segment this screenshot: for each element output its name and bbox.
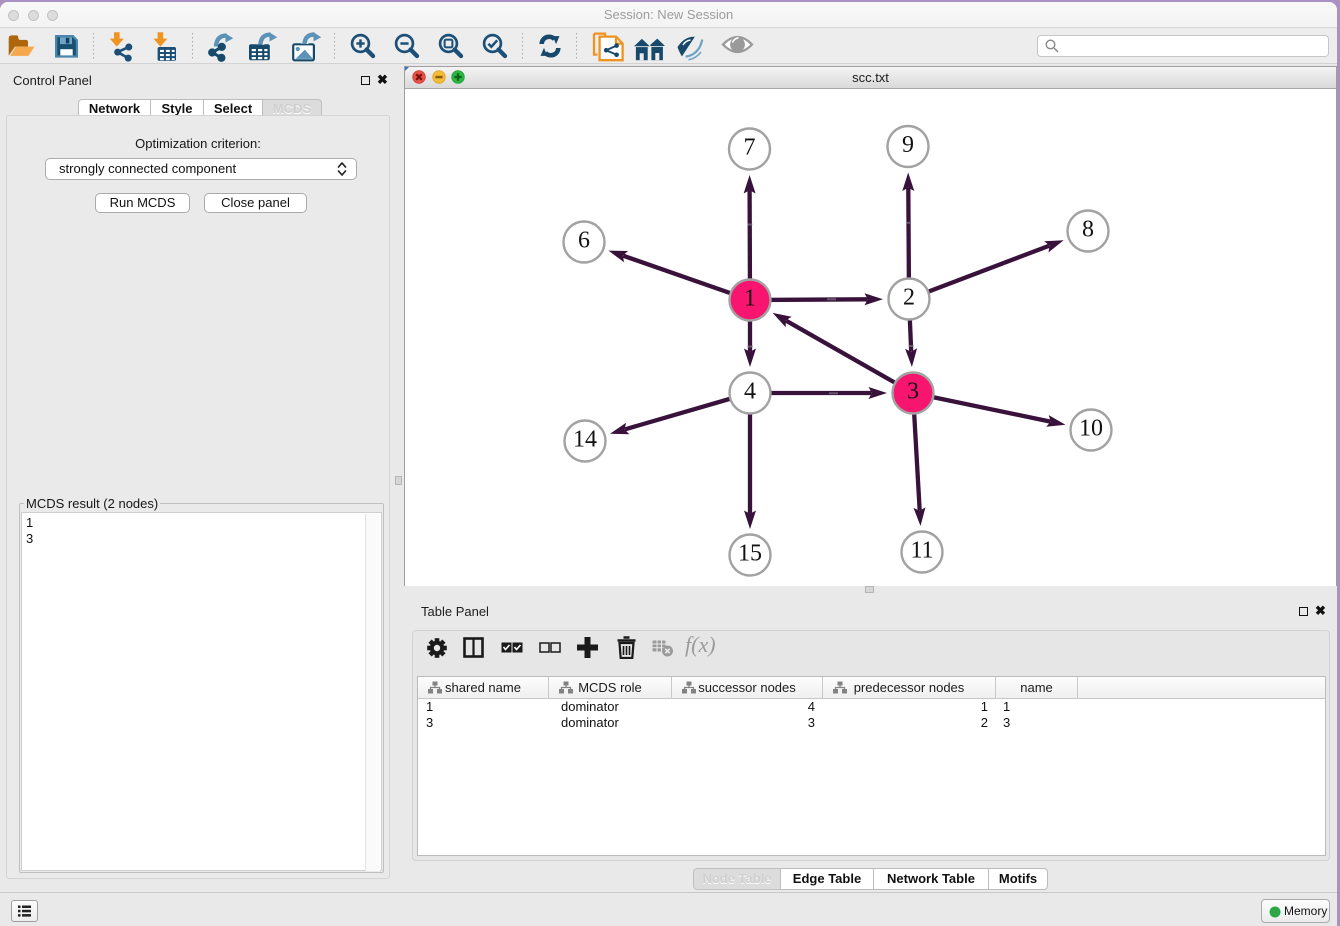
svg-text:8: 8 — [1082, 216, 1094, 242]
svg-text:11: 11 — [910, 537, 933, 563]
svg-text:3: 3 — [907, 378, 919, 404]
svg-text:1: 1 — [744, 285, 756, 311]
svg-text:15: 15 — [738, 540, 762, 566]
svg-text:14: 14 — [573, 426, 597, 452]
svg-text:6: 6 — [578, 227, 590, 253]
svg-text:9: 9 — [902, 132, 914, 158]
svg-text:2: 2 — [903, 284, 915, 310]
svg-text:7: 7 — [744, 134, 756, 160]
svg-text:4: 4 — [744, 378, 756, 404]
svg-text:10: 10 — [1079, 415, 1103, 441]
